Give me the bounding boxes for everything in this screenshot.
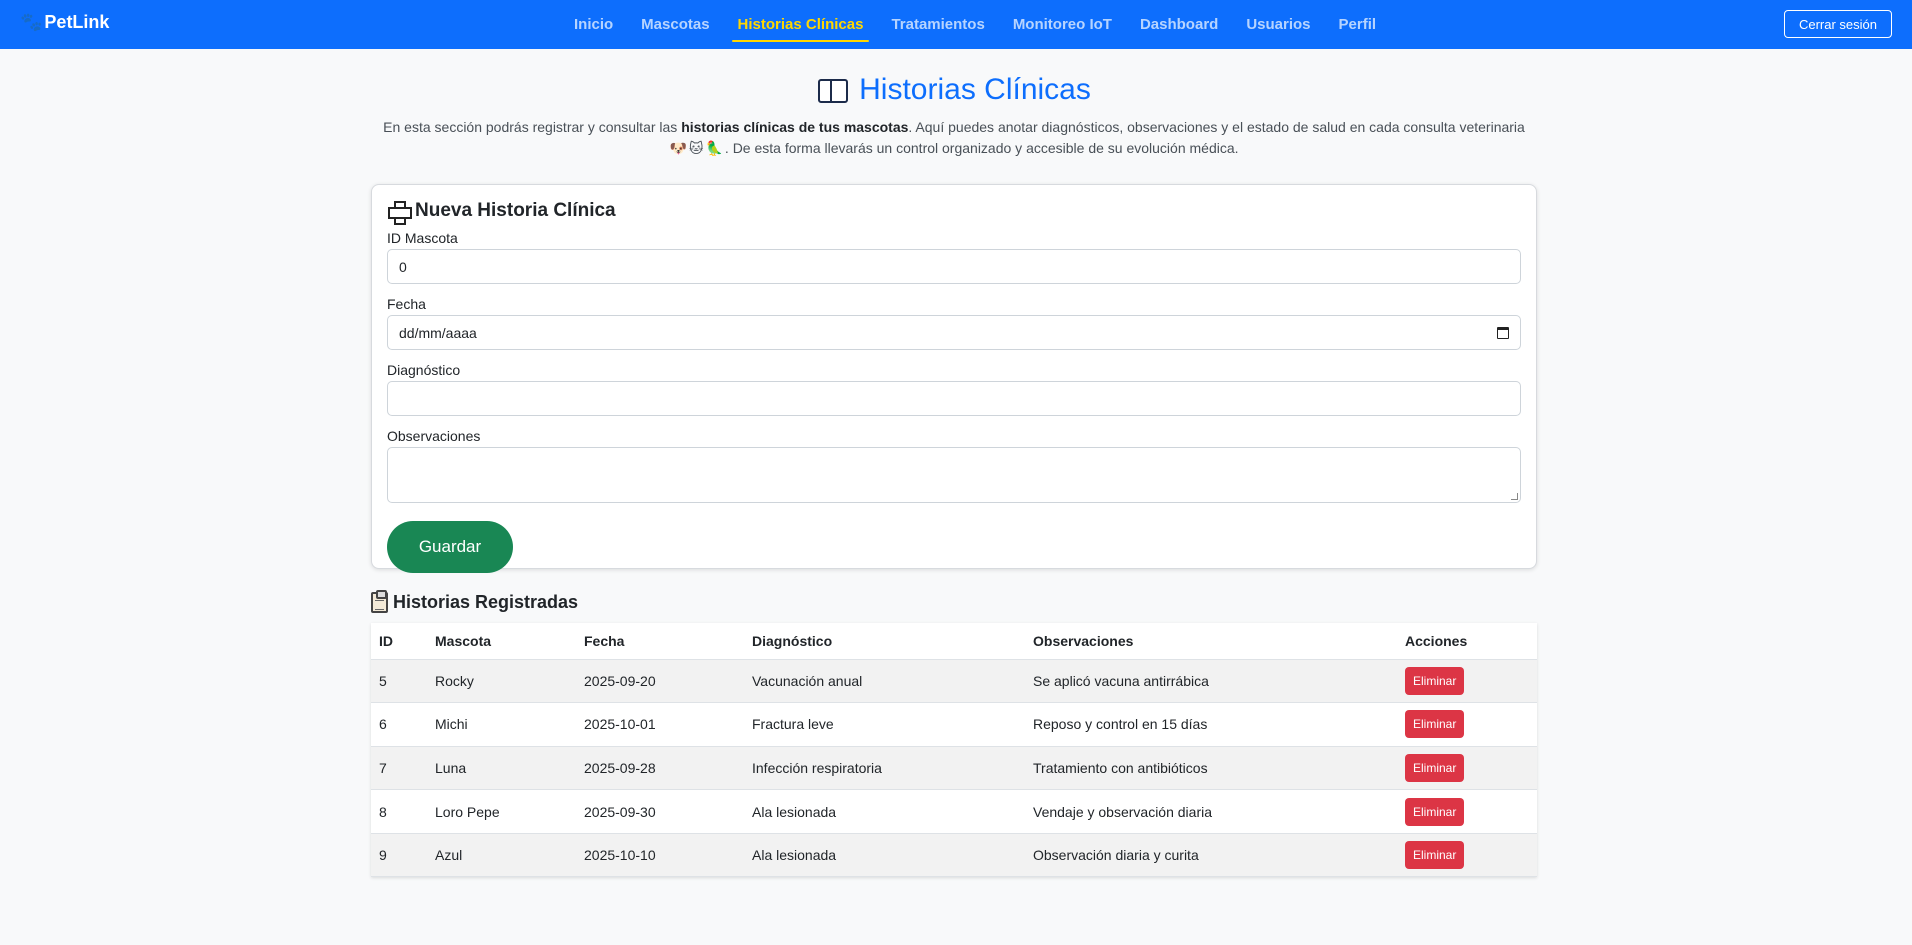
cell-pet: Rocky bbox=[427, 659, 576, 704]
records-table: ID Mascota Fecha Diagnóstico Observacion… bbox=[371, 623, 1537, 878]
pet-id-input[interactable]: 0 bbox=[387, 249, 1521, 284]
cell-date: 2025-09-28 bbox=[576, 746, 744, 791]
observations-textarea[interactable] bbox=[387, 447, 1521, 503]
diagnosis-input[interactable] bbox=[387, 381, 1521, 416]
form-title: Nueva Historia Clínica bbox=[387, 199, 1521, 225]
delete-button[interactable]: Eliminar bbox=[1405, 797, 1465, 826]
cell-date: 2025-10-10 bbox=[576, 833, 744, 878]
cell-id: 5 bbox=[371, 659, 427, 704]
records-title-text: Historias Registradas bbox=[393, 591, 579, 612]
nav-link-mascotas[interactable]: Mascotas bbox=[627, 0, 723, 49]
cell-actions: Eliminar bbox=[1397, 789, 1537, 834]
id-field-group: ID Mascota 0 bbox=[387, 230, 1521, 284]
cell-diagnosis: Fractura leve bbox=[744, 702, 1025, 747]
cell-id: 8 bbox=[371, 789, 427, 834]
intro-part-2: . Aquí puedes anotar diagnósticos, obser… bbox=[908, 119, 1525, 135]
cell-id: 6 bbox=[371, 702, 427, 747]
paw-icon: 🐾 bbox=[20, 12, 42, 32]
cell-date: 2025-09-30 bbox=[576, 789, 744, 834]
date-label: Fecha bbox=[387, 296, 426, 312]
cell-actions: Eliminar bbox=[1397, 833, 1537, 878]
nav-link-tratamientos[interactable]: Tratamientos bbox=[877, 0, 998, 49]
intro-part-3: . De esta forma llevarás un control orga… bbox=[724, 140, 1239, 156]
table-row: 8 Loro Pepe 2025-09-30 Ala lesionada Ven… bbox=[371, 789, 1537, 834]
cell-id: 9 bbox=[371, 833, 427, 878]
nav-link-inicio[interactable]: Inicio bbox=[560, 0, 627, 49]
col-header-id: ID bbox=[371, 623, 427, 660]
plus-icon bbox=[387, 200, 412, 225]
delete-button[interactable]: Eliminar bbox=[1405, 666, 1465, 695]
new-record-form: Nueva Historia Clínica ID Mascota 0 Fech… bbox=[371, 184, 1537, 573]
intro-bold: historias clínicas de tus mascotas bbox=[681, 119, 909, 135]
col-header-diagnostico: Diagnóstico bbox=[744, 623, 1025, 660]
cell-notes: Reposo y control en 15 días bbox=[1025, 702, 1397, 747]
delete-button[interactable]: Eliminar bbox=[1405, 710, 1465, 739]
cell-diagnosis: Infección respiratoria bbox=[744, 746, 1025, 791]
cell-notes: Observación diaria y curita bbox=[1025, 833, 1397, 878]
cell-diagnosis: Vacunación anual bbox=[744, 659, 1025, 704]
cell-date: 2025-10-01 bbox=[576, 702, 744, 747]
nav-link-historias-clinicas[interactable]: Historias Clínicas bbox=[724, 0, 878, 49]
logout-button[interactable]: Cerrar sesión bbox=[1783, 10, 1892, 38]
cell-actions: Eliminar bbox=[1397, 746, 1537, 791]
cell-date: 2025-09-20 bbox=[576, 659, 744, 704]
brand-name: PetLink bbox=[44, 12, 110, 32]
clipboard-icon bbox=[371, 589, 388, 613]
diagnosis-field-group: Diagnóstico bbox=[387, 362, 1521, 416]
cell-pet: Michi bbox=[427, 702, 576, 747]
col-header-mascota: Mascota bbox=[427, 623, 576, 660]
cell-notes: Tratamiento con antibióticos bbox=[1025, 746, 1397, 791]
cell-actions: Eliminar bbox=[1397, 659, 1537, 704]
date-field-group: Fecha dd/mm/aaaa bbox=[387, 296, 1521, 350]
table-row: 9 Azul 2025-10-10 Ala lesionada Observac… bbox=[371, 833, 1537, 878]
cell-pet: Azul bbox=[427, 833, 576, 878]
intro-text: En esta sección podrás registrar y consu… bbox=[371, 117, 1537, 159]
col-header-fecha: Fecha bbox=[576, 623, 744, 660]
book-icon bbox=[817, 77, 849, 103]
table-row: 7 Luna 2025-09-28 Infección respiratoria… bbox=[371, 746, 1537, 791]
diagnosis-label: Diagnóstico bbox=[387, 362, 461, 378]
navbar: 🐾 PetLink Inicio Mascotas Historias Clín… bbox=[0, 0, 1912, 49]
table-row: 5 Rocky 2025-09-20 Vacunación anual Se a… bbox=[371, 659, 1537, 704]
page-title-text: Historias Clínicas bbox=[859, 73, 1091, 106]
cell-actions: Eliminar bbox=[1397, 702, 1537, 747]
calendar-icon[interactable] bbox=[1497, 326, 1509, 339]
date-input[interactable]: dd/mm/aaaa bbox=[387, 315, 1521, 350]
main-content: Historias Clínicas En esta sección podrá… bbox=[371, 49, 1537, 878]
intro-part-1: En esta sección podrás registrar y consu… bbox=[383, 119, 682, 135]
table-header-row: ID Mascota Fecha Diagnóstico Observacion… bbox=[371, 623, 1537, 660]
cell-pet: Loro Pepe bbox=[427, 789, 576, 834]
id-label: ID Mascota bbox=[387, 230, 458, 246]
form-title-text: Nueva Historia Clínica bbox=[415, 200, 616, 221]
col-header-acciones: Acciones bbox=[1397, 623, 1537, 660]
page-title: Historias Clínicas bbox=[371, 71, 1537, 109]
table-row: 6 Michi 2025-10-01 Fractura leve Reposo … bbox=[371, 702, 1537, 747]
nav-link-monitoreo-iot[interactable]: Monitoreo IoT bbox=[999, 0, 1126, 49]
brand-logo[interactable]: 🐾 PetLink bbox=[20, 12, 109, 33]
nav-link-usuarios[interactable]: Usuarios bbox=[1232, 0, 1324, 49]
cell-diagnosis: Ala lesionada bbox=[744, 833, 1025, 878]
observations-label: Observaciones bbox=[387, 428, 481, 444]
pets-emoji-icon: 🐶🐱🦜 bbox=[669, 140, 725, 156]
cell-id: 7 bbox=[371, 746, 427, 791]
cell-notes: Se aplicó vacuna antirrábica bbox=[1025, 659, 1397, 704]
date-placeholder: dd/mm/aaaa bbox=[399, 324, 477, 341]
observations-field-group: Observaciones bbox=[387, 428, 1521, 503]
nav-link-dashboard[interactable]: Dashboard bbox=[1126, 0, 1232, 49]
records-title: Historias Registradas bbox=[371, 589, 1537, 613]
cell-pet: Luna bbox=[427, 746, 576, 791]
nav-links: Inicio Mascotas Historias Clínicas Trata… bbox=[560, 0, 1390, 49]
cell-notes: Vendaje y observación diaria bbox=[1025, 789, 1397, 834]
cell-diagnosis: Ala lesionada bbox=[744, 789, 1025, 834]
delete-button[interactable]: Eliminar bbox=[1405, 841, 1465, 870]
col-header-observaciones: Observaciones bbox=[1025, 623, 1397, 660]
delete-button[interactable]: Eliminar bbox=[1405, 753, 1465, 782]
save-button[interactable]: Guardar bbox=[387, 521, 513, 573]
nav-link-perfil[interactable]: Perfil bbox=[1325, 0, 1391, 49]
pet-id-value: 0 bbox=[399, 258, 407, 275]
